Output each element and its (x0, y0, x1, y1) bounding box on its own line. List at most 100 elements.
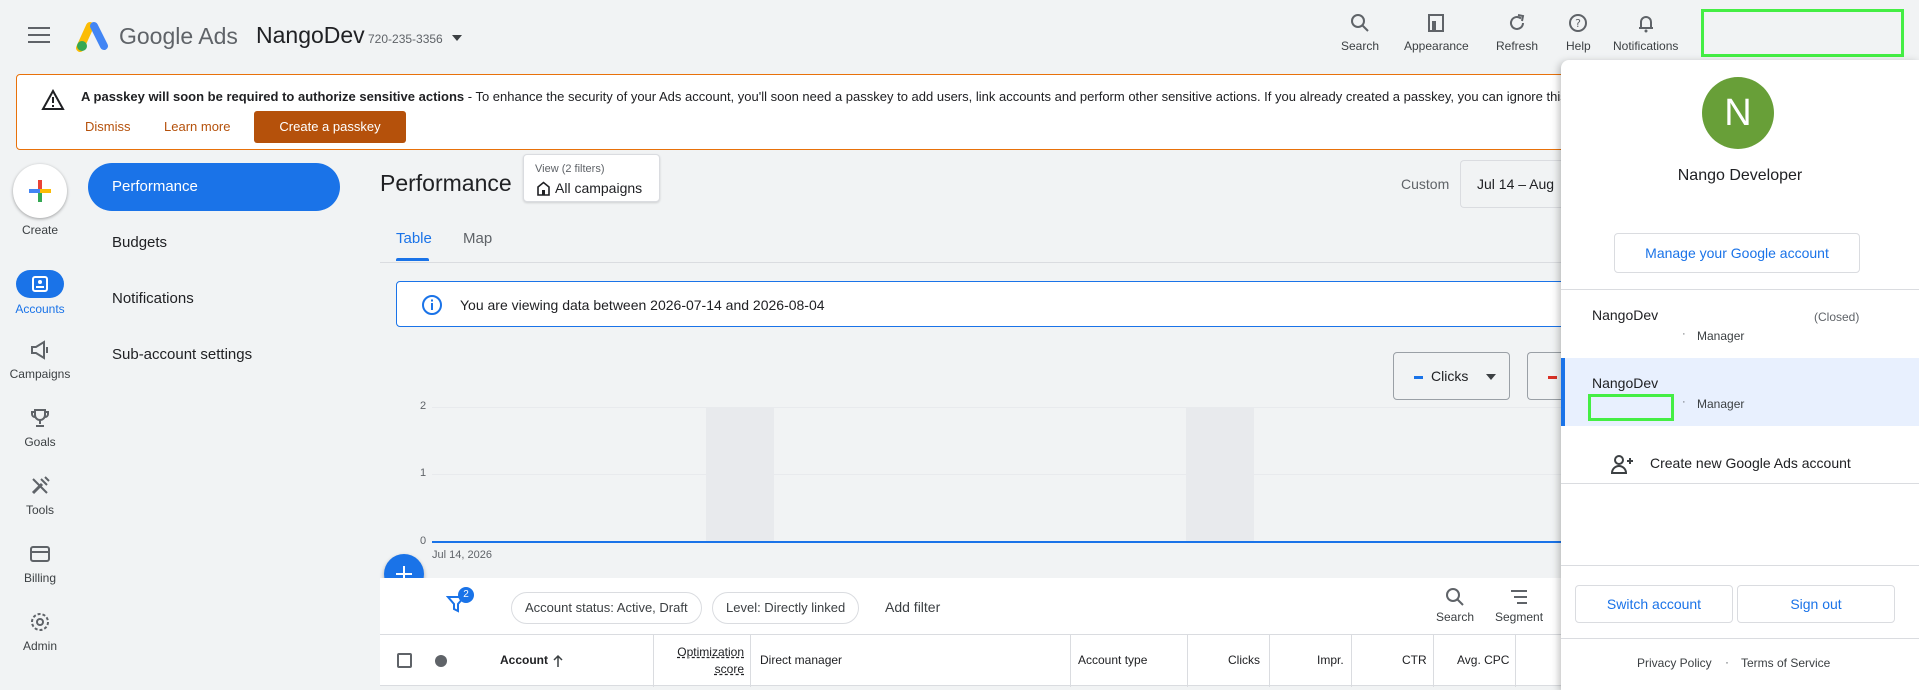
account-id[interactable]: 720-235-3356 (368, 32, 443, 46)
appearance-tool[interactable]: Appearance (1404, 12, 1469, 53)
privacy-policy-link[interactable]: Privacy Policy (1637, 656, 1712, 670)
date-custom-label: Custom (1401, 176, 1450, 192)
column-divider (1070, 635, 1071, 687)
separator-dot: · (1682, 328, 1686, 340)
select-all-checkbox[interactable] (397, 653, 412, 668)
google-ads-logo (76, 22, 108, 52)
selected-indicator (1561, 358, 1565, 426)
filter-bar: 2 Account status: Active, Draft Level: D… (380, 578, 1600, 634)
panel-divider (1561, 638, 1919, 639)
gridline (432, 407, 1606, 408)
notifications-tool[interactable]: Notifications (1613, 12, 1678, 53)
separator-dot: · (1725, 655, 1729, 669)
col-optimization-score[interactable]: score (674, 662, 744, 676)
plus-icon (29, 180, 51, 202)
rail-item-billing[interactable]: Billing (0, 542, 80, 585)
sort-arrow-up-icon[interactable] (552, 654, 564, 668)
switch-account-button[interactable]: Switch account (1575, 585, 1733, 623)
search-icon (1446, 588, 1464, 606)
help-icon: ? (1569, 14, 1588, 32)
account-row-name: NangoDev (1592, 375, 1659, 391)
rail-item-goals[interactable]: Goals (0, 406, 80, 449)
sign-out-button[interactable]: Sign out (1737, 585, 1895, 623)
subnav-notifications[interactable]: Notifications (88, 275, 340, 323)
help-tool[interactable]: ? Help (1566, 12, 1591, 53)
info-text: You are viewing data between 2026-07-14 … (460, 297, 825, 313)
subnav-sub-account-settings[interactable]: Sub-account settings (88, 331, 340, 379)
create-button[interactable] (13, 164, 67, 218)
account-row[interactable]: NangoDev · Manager (Closed) (1561, 290, 1919, 358)
svg-text:?: ? (1575, 17, 1581, 30)
dismiss-link[interactable]: Dismiss (85, 119, 131, 134)
account-name[interactable]: NangoDev (256, 22, 365, 49)
col-impressions[interactable]: Impr. (1317, 653, 1344, 667)
col-optimization[interactable]: Optimization (674, 645, 744, 659)
clicks-series-line (432, 541, 1606, 543)
rail-item-campaigns[interactable]: Campaigns (0, 338, 80, 381)
search-icon (1351, 14, 1369, 32)
gear-icon (31, 613, 49, 631)
table-search-button[interactable]: Search (1436, 586, 1474, 624)
account-id-highlight (1588, 394, 1674, 421)
add-person-icon (1610, 455, 1633, 474)
rail-item-admin[interactable]: Admin (0, 610, 80, 653)
home-icon (537, 181, 550, 196)
col-account[interactable]: Account (500, 653, 548, 667)
account-switcher-highlight[interactable] (1701, 9, 1904, 57)
tab-map[interactable]: Map (463, 230, 492, 247)
search-tool[interactable]: Search (1341, 12, 1379, 53)
learn-more-link[interactable]: Learn more (164, 119, 230, 134)
column-divider (1351, 635, 1352, 687)
account-row-role: Manager (1697, 397, 1745, 411)
page-title: Performance (380, 170, 512, 196)
rail-item-accounts[interactable]: Accounts (0, 270, 80, 316)
subnav-performance[interactable]: Performance (88, 163, 340, 211)
view-selector[interactable]: View (2 filters) All campaigns (523, 154, 660, 202)
col-account-type[interactable]: Account type (1078, 653, 1147, 667)
add-filter-button[interactable]: Add filter (885, 599, 940, 615)
x-tick-label: Jul 14, 2026 (432, 549, 492, 561)
banner-message: A passkey will soon be required to autho… (81, 89, 1581, 104)
megaphone-icon (31, 340, 48, 360)
refresh-icon (1510, 14, 1525, 30)
filter-count-badge: 2 (458, 587, 474, 603)
account-row-selected[interactable]: NangoDev · Manager (1561, 358, 1919, 426)
refresh-tool[interactable]: Refresh (1496, 12, 1538, 53)
y-tick-label: 1 (420, 467, 427, 479)
gridline (432, 474, 1606, 475)
table-header: Account Optimization score Direct manage… (380, 634, 1600, 687)
segment-button[interactable]: Segment (1495, 586, 1543, 624)
brand-name: Google Ads (119, 23, 238, 49)
col-direct-manager[interactable]: Direct manager (760, 653, 842, 667)
rail-item-tools[interactable]: Tools (0, 474, 80, 517)
create-passkey-button[interactable]: Create a passkey (254, 111, 406, 143)
menu-icon[interactable] (28, 27, 50, 45)
account-row-name: NangoDev (1592, 307, 1659, 323)
metric-selector-clicks[interactable]: Clicks (1393, 352, 1510, 400)
bell-icon (1638, 16, 1653, 33)
manage-google-account-button[interactable]: Manage your Google account (1614, 233, 1860, 273)
terms-of-service-link[interactable]: Terms of Service (1741, 656, 1830, 670)
column-divider (1187, 635, 1188, 687)
view-filter-count: View (2 filters) (535, 163, 605, 175)
user-name: Nango Developer (1677, 167, 1803, 184)
subnav-budgets[interactable]: Budgets (88, 219, 340, 267)
y-tick-label: 2 (420, 400, 427, 412)
segment-icon (1511, 590, 1528, 604)
account-panel: N Nango Developer Manage your Google acc… (1561, 60, 1919, 690)
account-dropdown-icon[interactable] (452, 35, 462, 41)
col-ctr[interactable]: CTR (1402, 653, 1427, 667)
tab-table[interactable]: Table (396, 230, 432, 247)
column-divider (750, 635, 751, 687)
card-icon (30, 546, 50, 562)
col-avg-cpc[interactable]: Avg. CPC (1457, 653, 1509, 667)
col-clicks[interactable]: Clicks (1228, 653, 1260, 667)
warning-icon (41, 89, 65, 110)
view-name: All campaigns (555, 180, 643, 196)
tools-icon (31, 476, 50, 495)
column-divider (1433, 635, 1434, 687)
filter-chip-account-status[interactable]: Account status: Active, Draft (511, 592, 702, 624)
accounts-icon (32, 276, 48, 292)
info-notice: You are viewing data between 2026-07-14 … (396, 281, 1606, 327)
filter-chip-level[interactable]: Level: Directly linked (712, 592, 860, 624)
